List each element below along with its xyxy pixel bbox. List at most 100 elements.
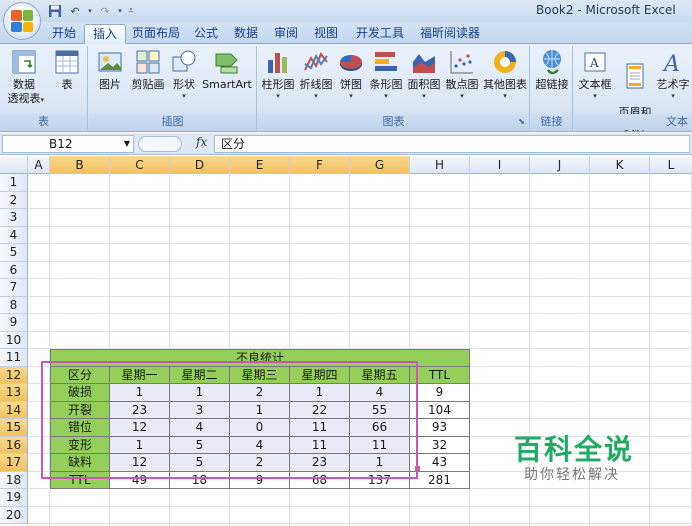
pie-chart-button[interactable]: 饼图 ▾: [336, 48, 366, 100]
row-header-15[interactable]: 15: [0, 419, 28, 437]
header-cell[interactable]: 区分: [50, 366, 110, 384]
row-header-18[interactable]: 18: [0, 471, 28, 489]
tab-review[interactable]: 审阅: [266, 24, 306, 44]
category-cell[interactable]: 变形: [50, 436, 110, 454]
column-header-g[interactable]: G: [350, 156, 410, 174]
value-cell[interactable]: 4: [230, 436, 290, 454]
total-value-cell[interactable]: 68: [290, 471, 350, 489]
row-header-20[interactable]: 20: [0, 506, 28, 524]
shapes-button[interactable]: 形状 ▾: [169, 48, 199, 100]
column-header-c[interactable]: C: [110, 156, 170, 174]
column-header-e[interactable]: E: [230, 156, 290, 174]
row-header-7[interactable]: 7: [0, 279, 28, 297]
value-cell[interactable]: 1: [110, 436, 170, 454]
pivot-table-button[interactable]: 数据 透视表 ▾: [4, 48, 44, 106]
value-cell[interactable]: 1: [170, 384, 230, 402]
value-cell[interactable]: 2: [230, 384, 290, 402]
customize-qat-icon[interactable]: ⩡: [126, 3, 136, 19]
total-value-cell[interactable]: 18: [170, 471, 230, 489]
value-cell[interactable]: 11: [290, 436, 350, 454]
row-header-14[interactable]: 14: [0, 401, 28, 419]
value-cell[interactable]: 11: [290, 419, 350, 437]
table-title-cell[interactable]: 不良统计: [50, 349, 470, 367]
smartart-button[interactable]: SmartArt: [201, 48, 253, 92]
value-cell[interactable]: 4: [350, 384, 410, 402]
value-cell[interactable]: 12: [110, 454, 170, 472]
value-cell[interactable]: 0: [230, 419, 290, 437]
value-cell[interactable]: 43: [410, 454, 470, 472]
row-header-19[interactable]: 19: [0, 489, 28, 507]
value-cell[interactable]: 2: [230, 454, 290, 472]
column-header-d[interactable]: D: [170, 156, 230, 174]
column-header-h[interactable]: H: [410, 156, 470, 174]
total-value-cell[interactable]: 49: [110, 471, 170, 489]
tab-formulas[interactable]: 公式: [186, 24, 226, 44]
value-cell[interactable]: 93: [410, 419, 470, 437]
clipart-button[interactable]: 剪贴画: [129, 48, 167, 92]
category-cell[interactable]: 错位: [50, 419, 110, 437]
row-header-3[interactable]: 3: [0, 209, 28, 227]
undo-icon[interactable]: ↶: [66, 3, 84, 19]
value-cell[interactable]: 1: [110, 384, 170, 402]
column-header-l[interactable]: L: [650, 156, 692, 174]
value-cell[interactable]: 1: [230, 401, 290, 419]
bar-chart-button[interactable]: 条形图 ▾: [368, 48, 404, 100]
row-header-1[interactable]: 1: [0, 174, 28, 192]
value-cell[interactable]: 22: [290, 401, 350, 419]
value-cell[interactable]: 5: [170, 454, 230, 472]
textbox-button[interactable]: A 文本框 ▾: [576, 48, 614, 100]
value-cell[interactable]: 32: [410, 436, 470, 454]
category-cell[interactable]: 开裂: [50, 401, 110, 419]
undo-dropdown-icon[interactable]: ▾: [86, 3, 94, 19]
wordart-button[interactable]: A 艺术字 ▾: [654, 48, 692, 100]
category-cell[interactable]: 破损: [50, 384, 110, 402]
column-chart-button[interactable]: 柱形图 ▾: [260, 48, 296, 100]
total-value-cell[interactable]: 281: [410, 471, 470, 489]
save-icon[interactable]: [46, 3, 64, 19]
row-header-4[interactable]: 4: [0, 226, 28, 244]
row-header-2[interactable]: 2: [0, 191, 28, 209]
column-header-b[interactable]: B: [50, 156, 110, 174]
redo-icon[interactable]: ↷: [96, 3, 114, 19]
name-box[interactable]: B12 ▼: [2, 135, 134, 153]
value-cell[interactable]: 9: [410, 384, 470, 402]
row-header-5[interactable]: 5: [0, 244, 28, 262]
value-cell[interactable]: 1: [290, 384, 350, 402]
row-header-8[interactable]: 8: [0, 296, 28, 314]
column-header-k[interactable]: K: [590, 156, 650, 174]
formula-expand-control[interactable]: [138, 136, 182, 152]
column-header-f[interactable]: F: [290, 156, 350, 174]
redo-dropdown-icon[interactable]: ▾: [116, 3, 124, 19]
other-charts-button[interactable]: 其他图表 ▾: [482, 48, 528, 100]
area-chart-button[interactable]: 面积图 ▾: [406, 48, 442, 100]
header-cell[interactable]: 星期五: [350, 366, 410, 384]
header-cell[interactable]: 星期二: [170, 366, 230, 384]
tab-developer[interactable]: 开发工具: [348, 24, 412, 44]
total-value-cell[interactable]: 9: [230, 471, 290, 489]
tab-foxit-reader[interactable]: 福昕阅读器: [412, 24, 488, 44]
column-header-i[interactable]: I: [470, 156, 530, 174]
row-header-17[interactable]: 17: [0, 454, 28, 472]
value-cell[interactable]: 66: [350, 419, 410, 437]
value-cell[interactable]: 12: [110, 419, 170, 437]
tab-insert[interactable]: 插入: [84, 24, 127, 44]
line-chart-button[interactable]: 折线图 ▾: [298, 48, 334, 100]
formula-input[interactable]: 区分: [214, 135, 690, 153]
value-cell[interactable]: 23: [110, 401, 170, 419]
hyperlink-button[interactable]: 超链接: [533, 48, 571, 92]
value-cell[interactable]: 1: [350, 454, 410, 472]
category-cell[interactable]: 缺料: [50, 454, 110, 472]
total-value-cell[interactable]: 137: [350, 471, 410, 489]
value-cell[interactable]: 4: [170, 419, 230, 437]
table-button[interactable]: 表: [50, 48, 84, 92]
value-cell[interactable]: 11: [350, 436, 410, 454]
column-header-j[interactable]: J: [530, 156, 590, 174]
row-header-11[interactable]: 11: [0, 349, 28, 367]
value-cell[interactable]: 3: [170, 401, 230, 419]
picture-button[interactable]: 图片: [93, 48, 127, 92]
row-header-16[interactable]: 16: [0, 436, 28, 454]
header-cell[interactable]: 星期三: [230, 366, 290, 384]
chevron-down-icon[interactable]: ▼: [124, 136, 130, 152]
value-cell[interactable]: 5: [170, 436, 230, 454]
column-header-a[interactable]: A: [28, 156, 50, 174]
